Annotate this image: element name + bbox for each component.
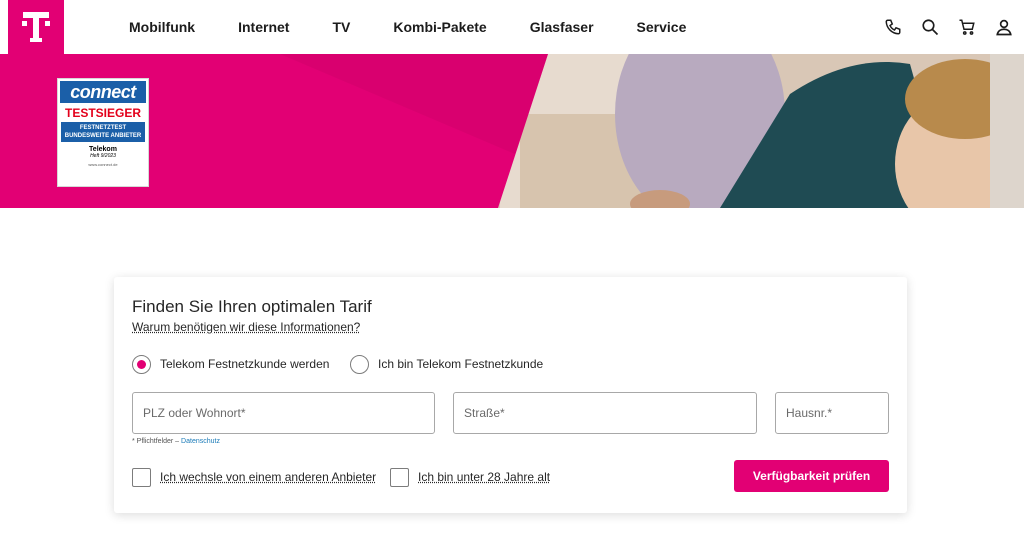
required-hint: * Pflichtfelder – Datenschutz	[132, 438, 220, 445]
badge-category: FESTNETZTEST BUNDESWEITE ANBIETER	[61, 122, 145, 142]
user-icon[interactable]	[994, 17, 1014, 37]
street-input[interactable]	[453, 392, 757, 434]
required-text: * Pflichtfelder –	[132, 438, 180, 445]
checkbox-under-28[interactable]	[390, 467, 409, 487]
telekom-t-icon	[22, 12, 50, 42]
info-link[interactable]: Warum benötigen wir diese Informationen?	[132, 320, 360, 334]
radio-button-existing[interactable]	[350, 354, 369, 374]
telekom-logo[interactable]	[8, 0, 64, 54]
house-number-input[interactable]	[775, 392, 889, 434]
radio-existing-label: Ich bin Telekom Festnetzkunde	[378, 357, 544, 371]
plz-input[interactable]	[132, 392, 435, 434]
check-availability-button[interactable]: Verfügbarkeit prüfen	[734, 460, 889, 492]
main-nav: Mobilfunk Internet TV Kombi-Pakete Glasf…	[108, 0, 729, 54]
nav-kombi-pakete[interactable]: Kombi-Pakete	[393, 19, 486, 35]
badge-line1: FESTNETZTEST	[79, 125, 127, 131]
check-under-28[interactable]: Ich bin unter 28 Jahre alt	[390, 467, 550, 487]
badge-company: Telekom	[89, 146, 117, 153]
check-switch-provider[interactable]: Ich wechsle von einem anderen Anbieter	[132, 467, 376, 487]
badge-award: TESTSIEGER	[64, 106, 141, 120]
check-switch-label: Ich wechsle von einem anderen Anbieter	[160, 470, 377, 484]
connect-testsieger-badge: connect TESTSIEGER FESTNETZTEST BUNDESWE…	[57, 78, 149, 187]
search-icon[interactable]	[920, 17, 940, 37]
badge-line2: BUNDESWEITE ANBIETER	[64, 133, 142, 139]
tariff-finder-card: Finden Sie Ihren optimalen Tarif Warum b…	[114, 277, 907, 513]
header-actions	[866, 0, 1014, 54]
badge-brand: connect	[60, 81, 146, 103]
hero-banner: connect TESTSIEGER FESTNETZTEST BUNDESWE…	[0, 54, 1024, 208]
phone-icon[interactable]	[883, 17, 903, 37]
nav-service[interactable]: Service	[637, 19, 687, 35]
nav-glasfaser[interactable]: Glasfaser	[530, 19, 594, 35]
radio-button-new[interactable]	[132, 354, 151, 374]
privacy-link[interactable]: Datenschutz	[181, 438, 220, 445]
radio-new-label: Telekom Festnetzkunde werden	[160, 357, 330, 371]
nav-internet[interactable]: Internet	[238, 19, 289, 35]
badge-issue: Heft 9/2023	[90, 153, 116, 159]
badge-url: www.connect.de	[88, 162, 118, 167]
radio-existing-customer[interactable]: Ich bin Telekom Festnetzkunde	[350, 354, 543, 374]
nav-tv[interactable]: TV	[332, 19, 350, 35]
cart-icon[interactable]	[957, 17, 977, 37]
nav-mobilfunk[interactable]: Mobilfunk	[129, 19, 195, 35]
top-navigation: Mobilfunk Internet TV Kombi-Pakete Glasf…	[0, 0, 1024, 54]
check-under28-label: Ich bin unter 28 Jahre alt	[418, 470, 551, 484]
radio-new-customer[interactable]: Telekom Festnetzkunde werden	[132, 354, 329, 374]
card-title: Finden Sie Ihren optimalen Tarif	[132, 297, 372, 316]
checkbox-switch-provider[interactable]	[132, 467, 151, 487]
